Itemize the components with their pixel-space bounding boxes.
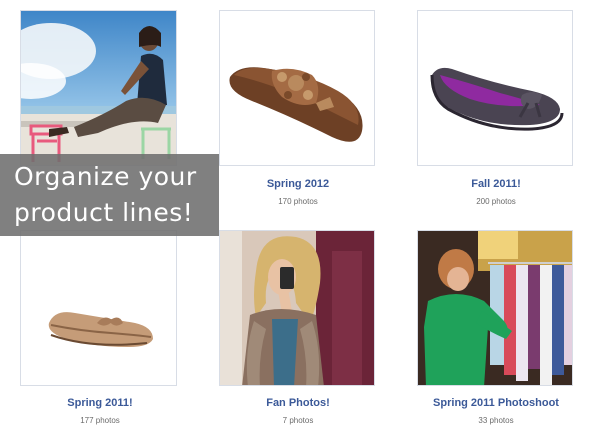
mirror-selfie-photo <box>220 231 374 385</box>
album-thumbnail[interactable] <box>417 230 573 386</box>
album-thumbnail[interactable] <box>417 10 573 166</box>
album-title[interactable]: Spring 2011 Photoshoot <box>396 397 596 409</box>
caption-line-2: product lines! <box>14 198 194 227</box>
clothes-rack-photo <box>418 231 572 385</box>
caption-line-1: Organize your <box>14 162 197 191</box>
album-photo-count: 200 photos <box>476 197 516 206</box>
beaded-sandal-photo <box>220 11 374 165</box>
album-photo-count: 33 photos <box>478 416 514 425</box>
album-title[interactable]: Spring 2011! <box>0 397 200 409</box>
album-thumbnail[interactable] <box>20 10 177 166</box>
album-thumbnail[interactable] <box>219 10 375 166</box>
tan-bow-flat-photo <box>21 231 176 385</box>
album-photo-count: 170 photos <box>278 197 318 206</box>
album-thumbnail[interactable] <box>219 230 375 386</box>
promo-caption-overlay: Organize your product lines! <box>0 154 219 236</box>
woman-beach-photo <box>21 11 176 165</box>
purple-flat-photo <box>418 11 572 165</box>
album-photo-count: 7 photos <box>282 416 314 425</box>
album-title[interactable]: Spring 2012 <box>198 178 398 190</box>
album-thumbnail[interactable] <box>20 230 177 386</box>
album-title[interactable]: Fall 2011! <box>396 178 596 190</box>
album-title[interactable]: Fan Photos! <box>198 397 398 409</box>
album-photo-count: 177 photos <box>80 416 120 425</box>
